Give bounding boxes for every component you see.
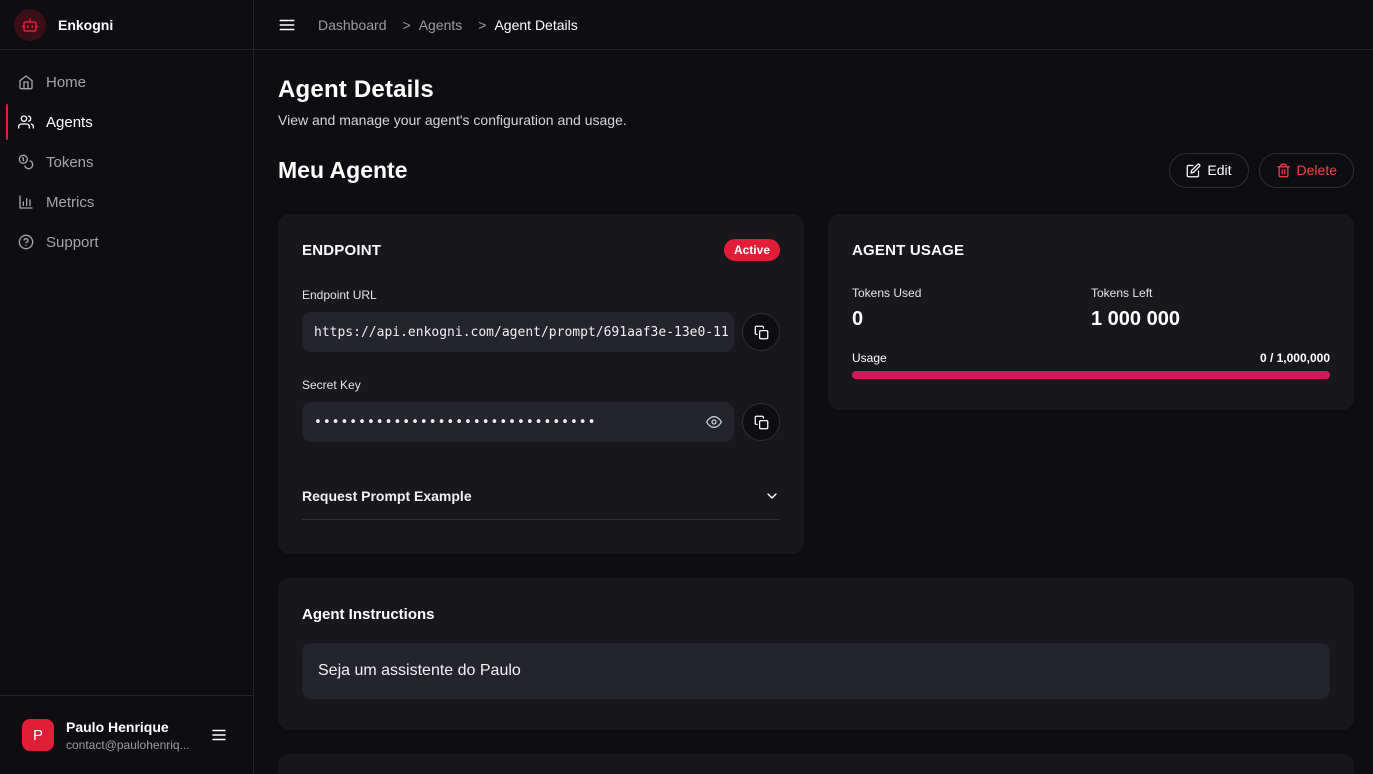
sidebar-nav: Home Agents Tokens Metrics Support bbox=[0, 50, 253, 260]
robot-logo-icon bbox=[14, 8, 46, 41]
tokens-left-value: 1 000 000 bbox=[1091, 308, 1180, 330]
endpoint-url-field[interactable]: https://api.enkogni.com/agent/prompt/691… bbox=[302, 312, 734, 352]
chevron-down-icon bbox=[764, 488, 780, 504]
user-menu-icon[interactable] bbox=[210, 726, 228, 744]
sidebar-item-label: Tokens bbox=[46, 153, 94, 171]
endpoint-url-row: https://api.enkogni.com/agent/prompt/691… bbox=[302, 312, 780, 352]
instructions-text[interactable]: Seja um assistente do Paulo bbox=[302, 643, 1330, 699]
user-email: contact@paulohenriq... bbox=[66, 737, 190, 752]
sidebar-item-agents[interactable]: Agents bbox=[0, 104, 253, 140]
eye-icon[interactable] bbox=[706, 414, 722, 430]
edit-button-label: Edit bbox=[1207, 162, 1232, 178]
sidebar-item-support[interactable]: Support bbox=[0, 224, 253, 260]
delete-button[interactable]: Delete bbox=[1258, 152, 1354, 188]
agent-instructions-card: Agent Instructions Seja um assistente do… bbox=[278, 578, 1354, 730]
endpoint-card: ENDPOINT Active Endpoint URL https://api… bbox=[278, 214, 804, 554]
sidebar-item-metrics[interactable]: Metrics bbox=[0, 184, 253, 220]
breadcrumb-separator: > bbox=[402, 16, 411, 33]
help-circle-icon bbox=[18, 234, 34, 250]
sidebar-item-label: Agents bbox=[46, 113, 93, 131]
agent-actions: Edit Delete bbox=[1169, 152, 1354, 188]
sidebar-item-tokens[interactable]: Tokens bbox=[0, 144, 253, 180]
users-icon bbox=[18, 114, 34, 130]
agent-usage-card: AGENT USAGE Tokens Used 0 Tokens Left 1 … bbox=[828, 214, 1354, 410]
tokens-used-label: Tokens Used bbox=[852, 286, 922, 300]
agent-header: Meu Agente Edit Delete bbox=[278, 152, 1354, 188]
endpoint-url-label: Endpoint URL bbox=[302, 288, 377, 302]
tokens-used-stat: Tokens Used 0 bbox=[852, 286, 1091, 331]
tokens-used-value: 0 bbox=[852, 308, 864, 330]
user-name: Paulo Henrique bbox=[66, 718, 169, 735]
app-name: Enkogni bbox=[58, 16, 114, 33]
sidebar-item-home[interactable]: Home bbox=[0, 64, 253, 100]
secret-key-row: •••••••••••••••••••••••••••••••• bbox=[302, 402, 780, 442]
endpoint-title: ENDPOINT bbox=[302, 241, 382, 259]
user-profile[interactable]: P Paulo Henrique contact@paulohenriq... bbox=[0, 695, 253, 774]
usage-title: AGENT USAGE bbox=[852, 241, 965, 259]
copy-secret-button[interactable] bbox=[742, 403, 780, 441]
accordion-label: Request Prompt Example bbox=[302, 487, 472, 504]
main-content: Agent Details View and manage your agent… bbox=[278, 50, 1354, 774]
menu-toggle-icon[interactable] bbox=[278, 16, 296, 34]
tokens-left-stat: Tokens Left 1 000 000 bbox=[1091, 286, 1330, 331]
delete-button-label: Delete bbox=[1296, 162, 1337, 178]
brand: Enkogni bbox=[0, 0, 253, 50]
breadcrumb-current: Agent Details bbox=[494, 16, 578, 33]
status-badge: Active bbox=[723, 239, 780, 261]
usage-stats: Tokens Used 0 Tokens Left 1 000 000 bbox=[852, 286, 1330, 331]
copy-icon bbox=[754, 325, 768, 339]
sidebar-item-label: Metrics bbox=[46, 193, 95, 211]
home-icon bbox=[18, 74, 34, 90]
agent-name: Meu Agente bbox=[278, 156, 408, 183]
page-title: Agent Details bbox=[278, 76, 434, 103]
sidebar-item-label: Support bbox=[46, 233, 99, 251]
copy-url-button[interactable] bbox=[742, 313, 780, 351]
instructions-title: Agent Instructions bbox=[302, 606, 435, 623]
edit-button[interactable]: Edit bbox=[1169, 152, 1249, 188]
sidebar-item-label: Home bbox=[46, 73, 87, 91]
avatar: P bbox=[22, 719, 54, 751]
usage-progress-bar bbox=[852, 371, 1330, 379]
copy-icon bbox=[754, 415, 768, 429]
usage-count: 0 / 1,000,000 bbox=[1259, 351, 1330, 365]
user-info: Paulo Henrique contact@paulohenriq... bbox=[66, 719, 200, 752]
bar-chart-icon bbox=[18, 194, 34, 210]
edit-icon bbox=[1186, 163, 1201, 178]
usage-card-header: AGENT USAGE bbox=[852, 238, 1330, 262]
breadcrumb-agents[interactable]: Agents bbox=[419, 17, 463, 33]
page-subtitle: View and manage your agent's configurati… bbox=[278, 112, 627, 128]
sidebar: Enkogni Home Agents Tokens Metrics Suppo… bbox=[0, 0, 254, 774]
trash-icon bbox=[1276, 163, 1291, 178]
coins-icon bbox=[18, 154, 34, 170]
secret-key-label: Secret Key bbox=[302, 378, 361, 392]
tokens-left-label: Tokens Left bbox=[1091, 286, 1153, 300]
breadcrumb-separator: > bbox=[478, 16, 487, 33]
usage-label: Usage bbox=[852, 351, 887, 365]
secret-key-field[interactable]: •••••••••••••••••••••••••••••••• bbox=[302, 402, 734, 442]
breadcrumb: Dashboard > Agents > Agent Details bbox=[318, 17, 578, 33]
next-card bbox=[278, 754, 1354, 774]
topbar: Dashboard > Agents > Agent Details bbox=[254, 0, 1373, 50]
request-prompt-accordion[interactable]: Request Prompt Example bbox=[302, 472, 780, 520]
secret-key-value: •••••••••••••••••••••••••••••••• bbox=[314, 414, 597, 430]
breadcrumb-dashboard[interactable]: Dashboard bbox=[318, 17, 387, 33]
usage-row: Usage 0 / 1,000,000 bbox=[852, 351, 1330, 365]
endpoint-card-header: ENDPOINT Active bbox=[302, 238, 780, 262]
